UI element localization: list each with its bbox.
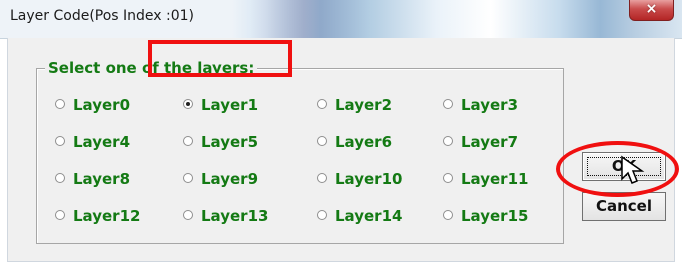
layer-9-radio[interactable]: Layer9 <box>183 169 273 189</box>
radio-circle <box>443 173 453 183</box>
layer-11-label: Layer11 <box>461 170 529 188</box>
layer-1-radio[interactable]: Layer1 <box>183 95 273 115</box>
layer-10-label: Layer10 <box>335 170 403 188</box>
layer-8-radio[interactable]: Layer8 <box>55 169 145 189</box>
layer-14-radio[interactable]: Layer14 <box>317 206 407 226</box>
ok-button-highlight <box>556 141 679 197</box>
layer-7-radio[interactable]: Layer7 <box>443 132 533 152</box>
layer-12-radio[interactable]: Layer12 <box>55 206 145 226</box>
radio-circle <box>183 210 193 220</box>
layer-3-radio[interactable]: Layer3 <box>443 95 533 115</box>
layer-7-label: Layer7 <box>461 133 519 151</box>
layer-5-label: Layer5 <box>201 133 259 151</box>
layer-5-radio[interactable]: Layer5 <box>183 132 273 152</box>
layer-10-radio[interactable]: Layer10 <box>317 169 407 189</box>
layer-1-label: Layer1 <box>201 96 259 114</box>
radio-circle <box>317 210 327 220</box>
layer-9-label: Layer9 <box>201 170 259 188</box>
layer-13-label: Layer13 <box>201 207 269 225</box>
radio-circle <box>55 173 65 183</box>
layer-2-radio[interactable]: Layer2 <box>317 95 407 115</box>
layer-13-radio[interactable]: Layer13 <box>183 206 273 226</box>
layer-6-radio[interactable]: Layer6 <box>317 132 407 152</box>
radio-circle <box>183 136 193 146</box>
radio-circle <box>443 136 453 146</box>
radio-circle <box>55 210 65 220</box>
layer-6-label: Layer6 <box>335 133 393 151</box>
layer-4-radio[interactable]: Layer4 <box>55 132 145 152</box>
layer-12-label: Layer12 <box>73 207 141 225</box>
radio-circle <box>183 173 193 183</box>
layer-0-label: Layer0 <box>73 96 131 114</box>
layer-selection-group: Select one of the layers: Layer0 Layer1 … <box>36 59 564 244</box>
radio-circle <box>55 136 65 146</box>
radio-circle <box>443 99 453 109</box>
radio-circle <box>317 99 327 109</box>
title-bar: Layer Code(Pos Index :01) × <box>0 0 682 39</box>
radio-circle <box>317 136 327 146</box>
layer-3-label: Layer3 <box>461 96 519 114</box>
close-button[interactable]: × <box>629 0 674 21</box>
layer-15-label: Layer15 <box>461 207 529 225</box>
layer-8-label: Layer8 <box>73 170 131 188</box>
layer-4-label: Layer4 <box>73 133 131 151</box>
radio-circle <box>317 173 327 183</box>
radio-circle <box>55 99 65 109</box>
selected-layer-highlight <box>148 40 292 77</box>
radio-circle <box>443 210 453 220</box>
radio-circle-selected <box>183 99 193 109</box>
layer-code-dialog: Layer Code(Pos Index :01) × Select one o… <box>0 0 682 269</box>
layer-2-label: Layer2 <box>335 96 393 114</box>
layer-14-label: Layer14 <box>335 207 403 225</box>
layer-11-radio[interactable]: Layer11 <box>443 169 533 189</box>
dialog-title: Layer Code(Pos Index :01) <box>10 8 195 24</box>
mouse-pointer-icon <box>621 155 645 184</box>
layer-15-radio[interactable]: Layer15 <box>443 206 533 226</box>
layer-0-radio[interactable]: Layer0 <box>55 95 145 115</box>
close-icon: × <box>645 1 658 17</box>
